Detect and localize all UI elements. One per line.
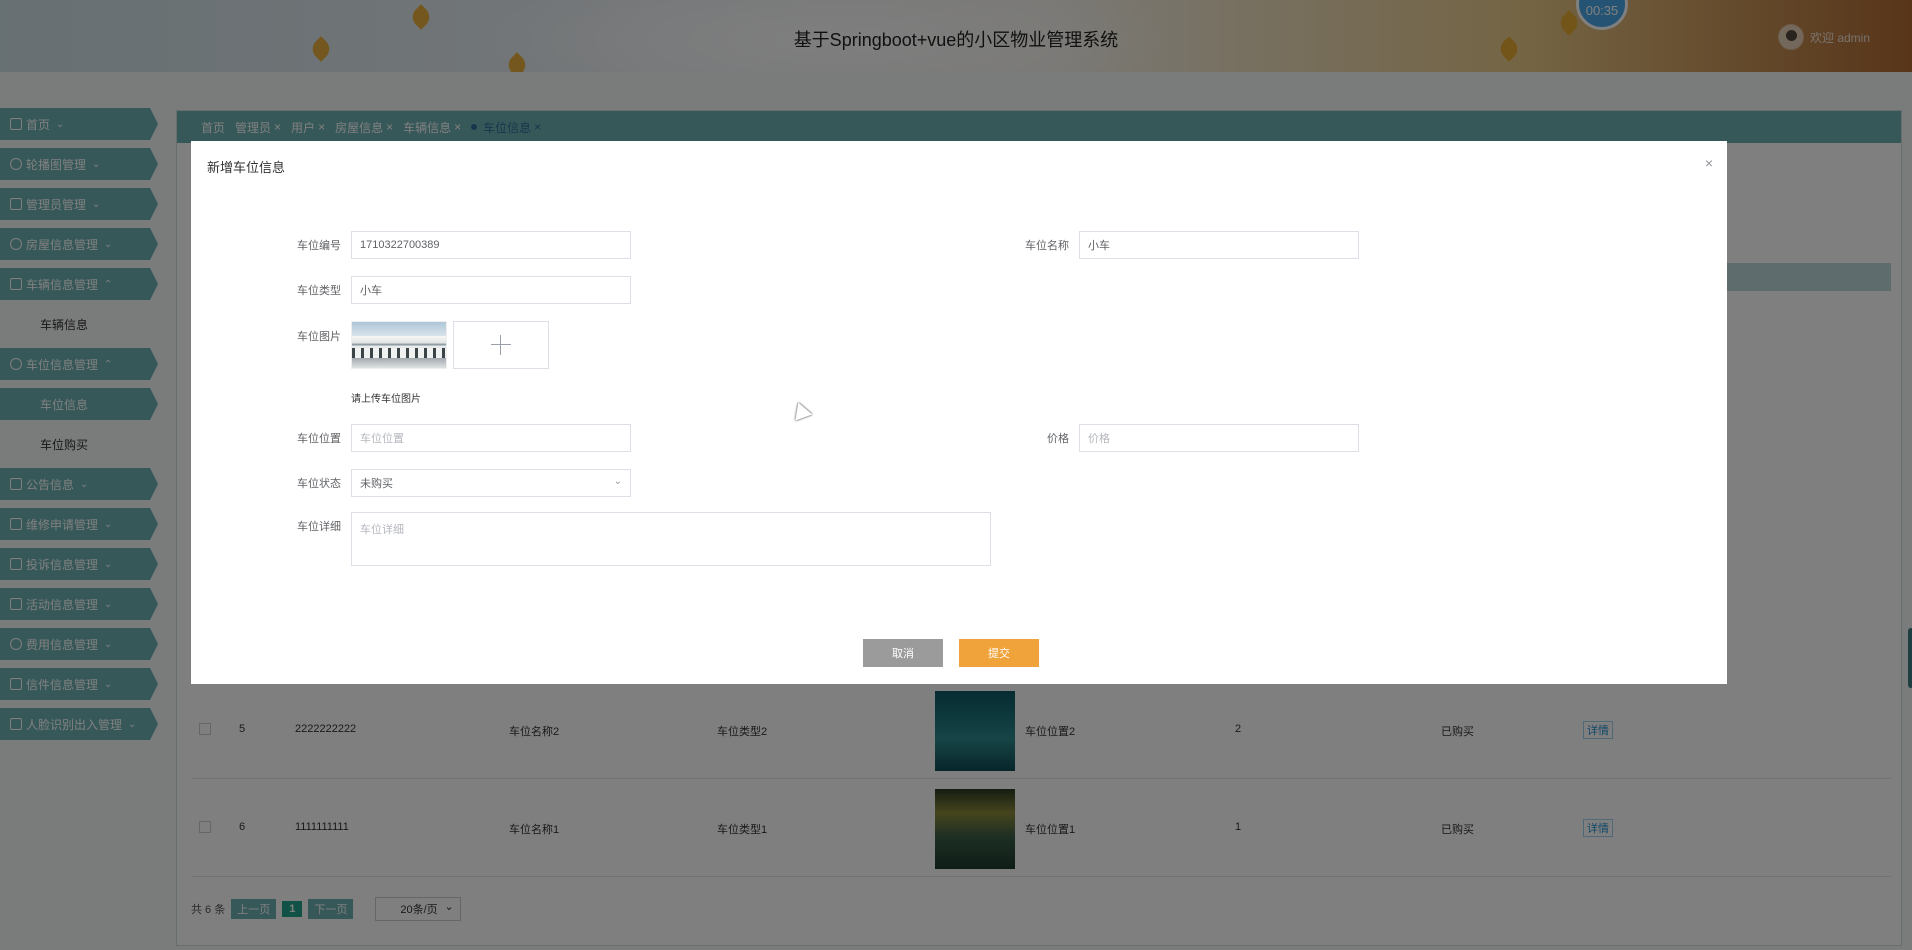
close-icon[interactable]: ×: [1705, 155, 1713, 171]
plus-icon: [491, 335, 511, 355]
dialog-title: 新增车位信息: [207, 160, 286, 175]
chevron-down-icon: ⌄: [613, 476, 622, 487]
type-label: 车位类型: [297, 285, 341, 297]
status-select[interactable]: 未购买 ⌄: [351, 469, 631, 497]
status-select-value: 未购买: [360, 478, 393, 490]
price-label: 价格: [1047, 433, 1069, 445]
location-input[interactable]: 车位位置: [351, 424, 631, 452]
type-input[interactable]: 小车: [351, 276, 631, 304]
status-label: 车位状态: [297, 478, 341, 490]
detail-label: 车位详细: [297, 521, 341, 533]
location-label: 车位位置: [297, 433, 341, 445]
image-label: 车位图片: [297, 331, 341, 343]
upload-button[interactable]: [453, 321, 549, 369]
add-parking-dialog: 新增车位信息 × 车位编号 1710322700389 车位名称 小车 车位类型…: [191, 141, 1727, 684]
cancel-button[interactable]: 取消: [863, 639, 943, 667]
code-label: 车位编号: [297, 240, 341, 252]
submit-button[interactable]: 提交: [959, 639, 1039, 667]
price-input[interactable]: 价格: [1079, 424, 1359, 452]
uploaded-image[interactable]: [351, 321, 447, 369]
detail-textarea[interactable]: 车位详细: [351, 512, 991, 566]
code-input[interactable]: 1710322700389: [351, 231, 631, 259]
name-label: 车位名称: [1025, 240, 1069, 252]
name-input[interactable]: 小车: [1079, 231, 1359, 259]
upload-hint: 请上传车位图片: [351, 394, 421, 405]
